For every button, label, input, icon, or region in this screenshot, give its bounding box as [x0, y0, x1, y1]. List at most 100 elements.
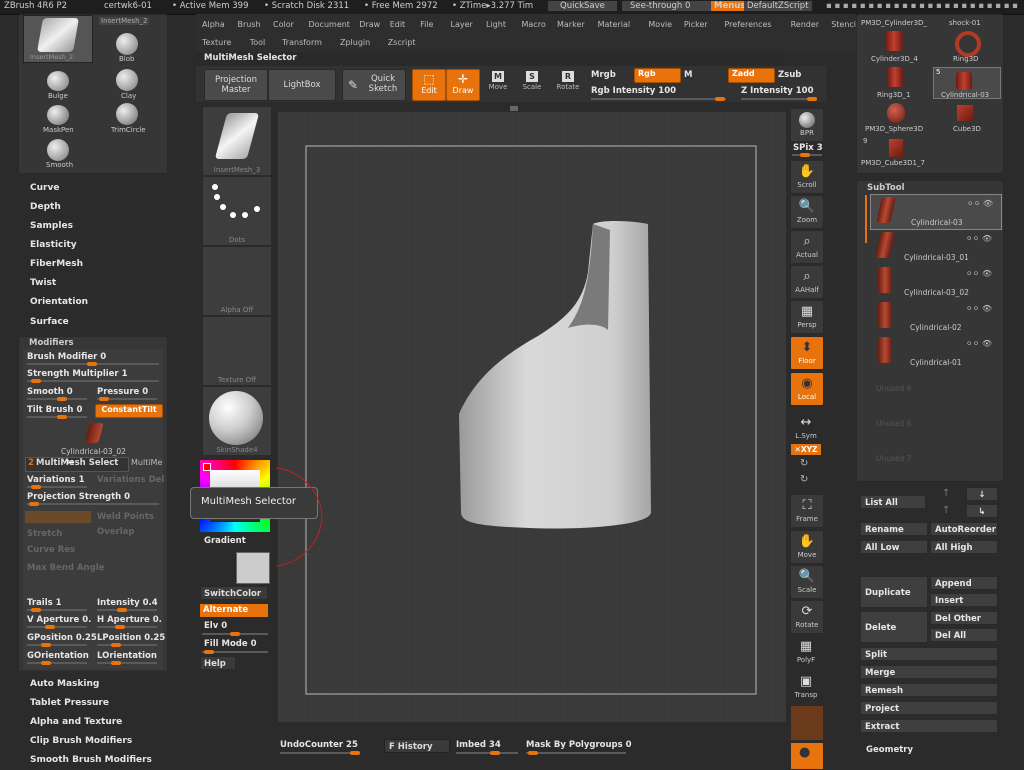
subtool-toggles-icon[interactable]: ⚪⚪ 👁: [967, 199, 993, 208]
menu-material[interactable]: Material: [598, 20, 631, 29]
rot-z-icon[interactable]: ↻: [800, 474, 808, 485]
lposition-track[interactable]: [97, 643, 157, 647]
merge-button[interactable]: Merge: [860, 665, 998, 679]
menu-marker[interactable]: Marker: [557, 20, 585, 29]
rgb-intensity-slider[interactable]: Rgb Intensity 100: [591, 86, 676, 96]
remesh-button[interactable]: Remesh: [860, 683, 998, 697]
rename-button[interactable]: Rename: [860, 522, 928, 536]
undo-counter[interactable]: UndoCounter 25: [280, 740, 358, 750]
gorientation-slider[interactable]: GOrientation: [27, 651, 89, 661]
subtool-row[interactable]: ⚪⚪ 👁 Cylindrical-01: [870, 335, 1000, 369]
document-canvas[interactable]: [278, 112, 786, 722]
rotate-view-button[interactable]: ⟳ Rotate: [790, 600, 824, 634]
menu-tablet-pressure[interactable]: Tablet Pressure: [30, 698, 109, 708]
menu-color[interactable]: Color: [273, 20, 294, 29]
curve-res-slider[interactable]: Curve Res: [27, 545, 75, 555]
subtool-scroll-indicator[interactable]: [865, 195, 867, 243]
history-button[interactable]: F History: [384, 739, 450, 753]
split-button[interactable]: Split: [860, 647, 998, 661]
duplicate-button[interactable]: Duplicate: [860, 576, 928, 608]
overlap-slider[interactable]: Overlap: [97, 527, 134, 537]
rgb-intensity-track[interactable]: [591, 97, 726, 101]
subtool-row[interactable]: ⚪⚪ 👁 Cylindrical-02: [870, 300, 1000, 334]
projection-strength-track[interactable]: [27, 502, 159, 506]
list-all-button[interactable]: List All: [860, 495, 926, 509]
z-intensity-slider[interactable]: Z Intensity 100: [741, 86, 814, 96]
rgb-button[interactable]: Rgb: [634, 68, 681, 83]
menu-file[interactable]: File: [420, 20, 433, 29]
v-aperture-track[interactable]: [27, 625, 87, 629]
move-corner-arrow-icon[interactable]: ↳: [966, 504, 998, 518]
move-up2-arrow-icon[interactable]: ↑: [942, 505, 950, 516]
smooth-brush-icon[interactable]: [47, 139, 69, 161]
menu-samples[interactable]: Samples: [30, 221, 73, 231]
current-brush-thumb[interactable]: InsertMesh_2: [23, 15, 93, 63]
bpr-button[interactable]: BPR: [790, 108, 824, 142]
geometry-menu[interactable]: Geometry: [866, 745, 913, 755]
move-down-arrow-icon[interactable]: ↓: [966, 487, 998, 501]
stretch-button[interactable]: Stretch: [27, 529, 62, 539]
insertmesh-label[interactable]: InsertMesh_2: [99, 17, 150, 25]
gradient-button[interactable]: Gradient: [204, 536, 246, 546]
subtool-row[interactable]: ⚪⚪ 👁 Cylindrical-03_01: [870, 230, 1000, 264]
menu-alpha-and-texture[interactable]: Alpha and Texture: [30, 717, 122, 727]
smooth-track[interactable]: [27, 397, 87, 401]
smooth-slider[interactable]: Smooth 0: [27, 387, 73, 397]
menu-layer[interactable]: Layer: [451, 20, 473, 29]
see-through-slider[interactable]: See-through 0: [622, 1, 722, 11]
menu-surface[interactable]: Surface: [30, 317, 69, 327]
mask-by-polygroups[interactable]: Mask By Polygroups 0: [526, 740, 632, 750]
alpha-slot[interactable]: Alpha Off: [202, 246, 272, 316]
mrgb-button[interactable]: Mrgb: [591, 70, 616, 80]
subtool-row-selected[interactable]: ⚪⚪ 👁 Cylindrical-03: [870, 194, 1002, 230]
quicksave-button[interactable]: QuickSave: [548, 1, 617, 11]
intensity-slider[interactable]: Intensity 0.4: [97, 598, 158, 608]
elv-track[interactable]: [202, 632, 268, 636]
transp-button[interactable]: ▣ Transp: [790, 671, 822, 703]
actual-button[interactable]: ⌕ Actual: [790, 230, 824, 264]
imbed-track[interactable]: [456, 751, 518, 755]
mask-by-polygroups-track[interactable]: [526, 751, 626, 755]
delete-button[interactable]: Delete: [860, 611, 928, 643]
scale-button[interactable]: S Scale: [518, 70, 546, 98]
trails-slider[interactable]: Trails 1: [27, 598, 62, 608]
max-bend-angle-slider[interactable]: Max Bend Angle: [27, 563, 104, 573]
menu-clip-brush-modifiers[interactable]: Clip Brush Modifiers: [30, 736, 132, 746]
menu-draw[interactable]: Draw: [359, 20, 380, 29]
texture-slot[interactable]: Texture Off: [202, 316, 272, 386]
projection-master-button[interactable]: Projection Master: [204, 69, 268, 101]
menu-brush[interactable]: Brush: [238, 20, 261, 29]
move-up-arrow-icon[interactable]: ↑: [942, 488, 950, 499]
menu-alpha[interactable]: Alpha: [202, 20, 225, 29]
bulge-brush-icon[interactable]: [47, 71, 69, 91]
canvas-top-handle[interactable]: [510, 106, 518, 111]
menu-picker[interactable]: Picker: [684, 20, 708, 29]
menu-render[interactable]: Render: [791, 20, 819, 29]
rot-y-icon[interactable]: ↻: [800, 458, 808, 469]
local-button[interactable]: ◉ Local: [790, 372, 824, 406]
fill-mode-track[interactable]: [202, 650, 268, 654]
subtool-toggles-icon[interactable]: ⚪⚪ 👁: [966, 269, 992, 278]
gorientation-track[interactable]: [27, 661, 87, 665]
alternate-button[interactable]: Alternate: [200, 604, 268, 617]
move-view-button[interactable]: ✋ Move: [790, 530, 824, 564]
all-low-button[interactable]: All Low: [860, 540, 928, 554]
menu-orientation[interactable]: Orientation: [30, 297, 88, 307]
subtool-toggles-icon[interactable]: ⚪⚪ 👁: [966, 304, 992, 313]
undo-track[interactable]: [280, 751, 360, 755]
strength-multiplier-track[interactable]: [27, 379, 159, 383]
extract-button[interactable]: Extract: [860, 719, 998, 733]
solo-button[interactable]: ●: [790, 742, 824, 770]
menu-transform[interactable]: Transform: [282, 38, 322, 47]
tilt-brush-slider[interactable]: Tilt Brush 0: [27, 405, 82, 415]
menu-movie[interactable]: Movie: [648, 20, 672, 29]
sphere3d-thumb[interactable]: [887, 103, 905, 123]
imbed-slider[interactable]: Imbed 34: [456, 740, 501, 750]
menu-curve[interactable]: Curve: [30, 183, 59, 193]
maskpen-brush-icon[interactable]: [47, 105, 69, 125]
edit-button[interactable]: ⬚ Edit: [412, 69, 446, 101]
menus-button[interactable]: Menus: [711, 1, 749, 11]
tool-item-1-label[interactable]: PM3D_Cylinder3D_: [861, 19, 927, 27]
default-zscript-button[interactable]: DefaultZScript: [744, 1, 812, 11]
gposition-slider[interactable]: GPosition 0.25: [27, 633, 97, 643]
